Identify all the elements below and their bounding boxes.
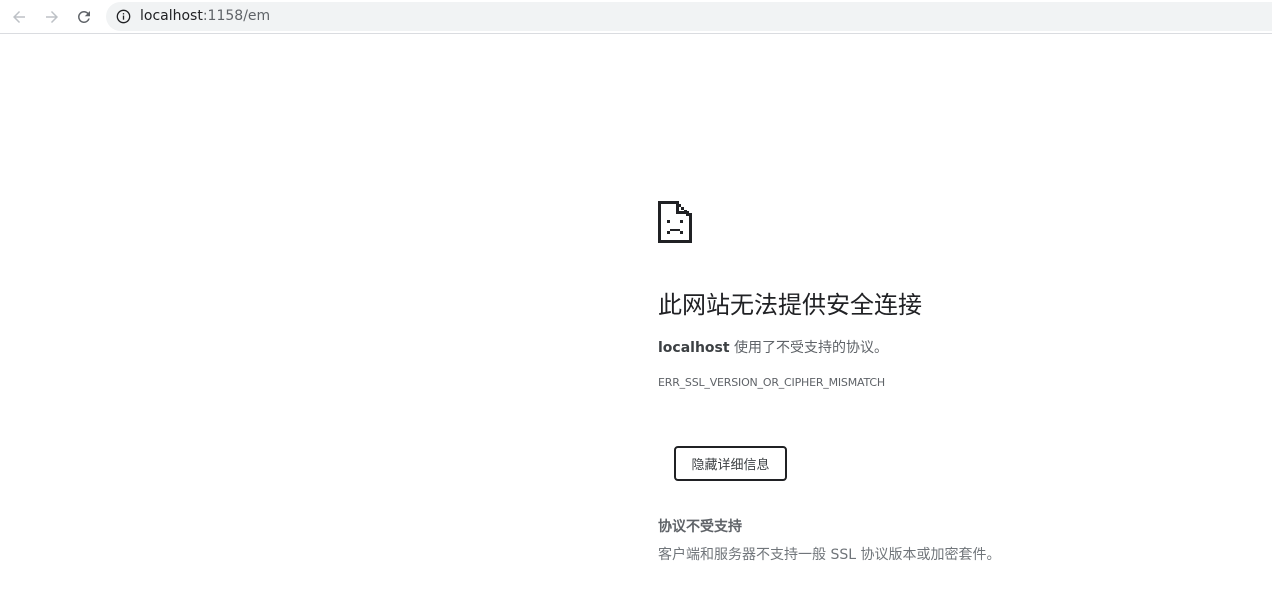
details-heading: 协议不受支持 [658,519,742,535]
back-button[interactable] [6,4,32,30]
error-content: 此网站无法提供安全连接 localhost 使用了不受支持的协议。 ERR_SS… [658,0,1258,611]
error-heading: 此网站无法提供安全连接 [658,291,922,319]
hide-details-button[interactable]: 隐藏详细信息 [674,446,787,481]
info-icon[interactable] [116,9,131,24]
url-text[interactable]: localhost:1158/em [140,8,270,25]
forward-button[interactable] [39,4,65,30]
url-host: localhost [140,8,203,24]
url-path: :1158/em [202,8,271,24]
error-code: ERR_SSL_VERSION_OR_CIPHER_MISMATCH [658,376,885,389]
details-body: 客户端和服务器不支持一般 SSL 协议版本或加密套件。 [658,547,1001,563]
reload-icon [77,10,90,23]
error-host: localhost [658,340,730,356]
error-description: localhost 使用了不受支持的协议。 [658,339,888,357]
error-desc-text: 使用了不受支持的协议。 [729,340,889,356]
arrow-left-icon [13,11,25,23]
arrow-right-icon [46,11,58,23]
reload-button[interactable] [71,4,97,30]
sad-document-icon [658,201,692,243]
